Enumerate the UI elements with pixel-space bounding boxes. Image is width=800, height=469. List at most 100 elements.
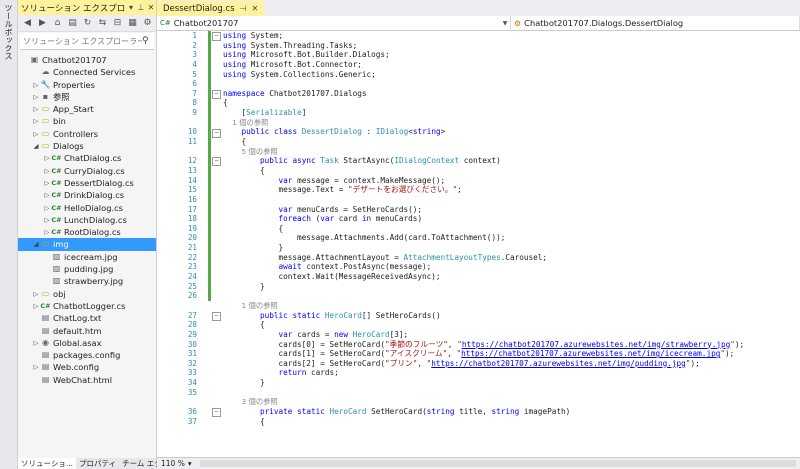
expander-icon[interactable]: ▷ <box>43 189 51 201</box>
expander-icon[interactable]: ▷ <box>43 202 51 214</box>
tree-item[interactable]: ▤ packages.config <box>18 349 156 361</box>
line-number: 8 <box>192 98 197 108</box>
forward-icon[interactable]: ▶ <box>36 17 49 29</box>
csharp-file-icon: C# <box>51 166 62 175</box>
tree-item[interactable]: ▷ 🔧 Properties <box>18 79 156 91</box>
line-number: 33 <box>187 368 197 378</box>
csharp-file-icon: C# <box>51 154 62 163</box>
tree-item[interactable]: ▨ pudding.jpg <box>18 263 156 275</box>
expander-icon[interactable]: ▷ <box>43 226 51 238</box>
horizontal-scrollbar[interactable] <box>199 460 796 467</box>
tree-item-label: HelloDialog.cs <box>64 202 123 213</box>
expander-icon[interactable]: ▷ <box>32 103 40 115</box>
chevron-down-icon[interactable]: ▾ <box>188 459 192 468</box>
code-line: cards[2] = SetHeroCard("プリン", "https://c… <box>223 358 700 368</box>
tree-item[interactable]: ▨ icecream.jpg <box>18 251 156 263</box>
expander-icon[interactable]: ▷ <box>32 91 40 103</box>
tree-item[interactable]: ▷ ▭ App_Start <box>18 103 156 115</box>
expander-icon[interactable]: ▷ <box>32 115 40 127</box>
tree-item[interactable]: ▷ ▤ Web.config <box>18 361 156 373</box>
collapse-region-icon[interactable]: − <box>212 32 221 41</box>
expander-icon[interactable]: ▷ <box>43 152 51 164</box>
class-dropdown[interactable]: ⚙ Chatbot201707.Dialogs.DessertDialog <box>511 16 800 30</box>
line-number: 24 <box>187 272 197 282</box>
code-text[interactable]: using System; using System.Threading.Task… <box>223 31 800 426</box>
tree-item[interactable]: ▷ C# DrinkDialog.cs <box>18 189 156 201</box>
expander-icon[interactable]: ▷ <box>43 165 51 177</box>
zoom-control[interactable]: 110 % ▾ <box>157 459 196 468</box>
tree-item[interactable]: ☁ Connected Services <box>18 66 156 78</box>
pending-changes-icon[interactable]: ↻ <box>81 17 94 29</box>
expander-icon[interactable]: ◢ <box>32 140 40 152</box>
tab-solution-explorer[interactable]: ソリューショ... <box>18 458 77 469</box>
codelens-reference[interactable]: 1 個の参照 <box>223 118 800 128</box>
show-all-files-icon[interactable]: ▦ <box>126 17 139 29</box>
tree-item[interactable]: ◢ ▭ img <box>18 238 156 251</box>
toolbox-strip[interactable]: ツールボックス <box>0 0 18 469</box>
zoom-level[interactable]: 110 % <box>161 459 185 468</box>
tree-item[interactable]: ▷ C# HelloDialog.cs <box>18 202 156 214</box>
tree-item[interactable]: ▷ ▪ 参照 <box>18 91 156 103</box>
line-number: 32 <box>187 358 197 368</box>
codelens-reference[interactable]: 1 個の参照 <box>223 301 800 311</box>
tree-item[interactable]: ▤ ChatLog.txt <box>18 312 156 324</box>
dropdown-icon[interactable]: ▾ <box>126 3 136 12</box>
tree-item[interactable]: ▷ C# LunchDialog.cs <box>18 214 156 226</box>
close-tab-icon[interactable]: ✕ <box>252 4 259 13</box>
search-icon[interactable]: ⚲ <box>142 36 154 46</box>
tree-item[interactable]: ▤ WebChat.html <box>18 374 156 386</box>
document-tab[interactable]: DessertDialog.cs ⊣ ✕ <box>157 1 265 16</box>
tree-item[interactable]: ▷ ▭ bin <box>18 115 156 127</box>
tree-item[interactable]: ▷ C# ChatbotLogger.cs <box>18 300 156 312</box>
tree-item[interactable]: ◢ ▭ Dialogs <box>18 140 156 152</box>
toolbox-label[interactable]: ツールボックス <box>3 4 14 60</box>
close-icon[interactable]: ✕ <box>146 3 156 12</box>
chevron-down-icon[interactable]: ▼ <box>500 20 510 27</box>
editor-status-bar: 110 % ▾ <box>157 457 800 469</box>
code-area[interactable]: 1 2 3 4 5 6 7 8 9 10 11 12 13 14 15 16 17 18 19 20 21 22 23 24 2… <box>157 31 800 458</box>
collapse-all-icon[interactable]: ⊟ <box>111 17 124 29</box>
line-number: 6 <box>192 79 197 89</box>
home-icon[interactable]: ⌂ <box>51 17 64 29</box>
line-number: 28 <box>187 320 197 330</box>
tree-item[interactable]: ▤ default.htm <box>18 325 156 337</box>
collapse-region-icon[interactable]: − <box>212 128 221 138</box>
tree-item[interactable]: ▨ strawberry.jpg <box>18 275 156 287</box>
back-icon[interactable]: ◀ <box>21 17 34 29</box>
tree-item[interactable]: ▷ ▭ obj <box>18 288 156 300</box>
tree-item[interactable]: ▣ Chatbot201707 <box>18 54 156 66</box>
code-line: [Serializable] <box>223 108 307 118</box>
tab-properties[interactable]: プロパティ <box>76 458 119 469</box>
solution-search-box[interactable]: ソリューション エクスプローラーの検 ⚲ <box>20 33 154 50</box>
tree-item[interactable]: ▷ C# DessertDialog.cs <box>18 177 156 189</box>
collapse-region-icon[interactable]: − <box>212 157 221 167</box>
expander-icon[interactable]: ▷ <box>43 214 51 226</box>
solution-search-input[interactable]: ソリューション エクスプローラーの検 <box>20 36 142 47</box>
pin-icon[interactable]: ⊣ <box>240 4 247 13</box>
tree-item[interactable]: ▷ ▭ Controllers <box>18 128 156 140</box>
wrench-icon[interactable]: ⚙ <box>141 17 154 29</box>
tree-item[interactable]: ▷ C# ChatDialog.cs <box>18 152 156 164</box>
sync-icon[interactable]: ⇆ <box>96 17 109 29</box>
expander-icon[interactable]: ▷ <box>32 288 40 300</box>
expander-icon[interactable]: ▷ <box>32 300 40 312</box>
tree-item[interactable]: ▷ C# RootDialog.cs <box>18 226 156 238</box>
codelens-reference[interactable]: 3 個の参照 <box>223 397 800 407</box>
tree-item-label: obj <box>53 288 66 299</box>
switch-views-icon[interactable]: ▤ <box>66 17 79 29</box>
expander-icon[interactable]: ▷ <box>32 361 40 373</box>
pin-icon[interactable]: ⊥ <box>136 3 146 12</box>
expander-icon[interactable]: ▷ <box>32 79 40 91</box>
expander-icon[interactable]: ▷ <box>43 177 51 189</box>
expander-icon[interactable]: ▷ <box>32 128 40 140</box>
expander-icon[interactable]: ▷ <box>32 337 40 349</box>
collapse-region-icon[interactable]: − <box>212 408 221 418</box>
tree-item[interactable]: ▷ ◉ Global.asax <box>18 337 156 349</box>
expander-icon[interactable]: ◢ <box>32 238 40 250</box>
collapse-region-icon[interactable]: − <box>212 311 221 321</box>
tree-item[interactable]: ▷ C# CurryDialog.cs <box>18 165 156 177</box>
codelens-reference[interactable]: 5 個の参照 <box>223 147 800 157</box>
project-dropdown[interactable]: C# Chatbot201707 ▼ <box>157 16 511 30</box>
collapse-region-icon[interactable]: − <box>212 89 221 99</box>
